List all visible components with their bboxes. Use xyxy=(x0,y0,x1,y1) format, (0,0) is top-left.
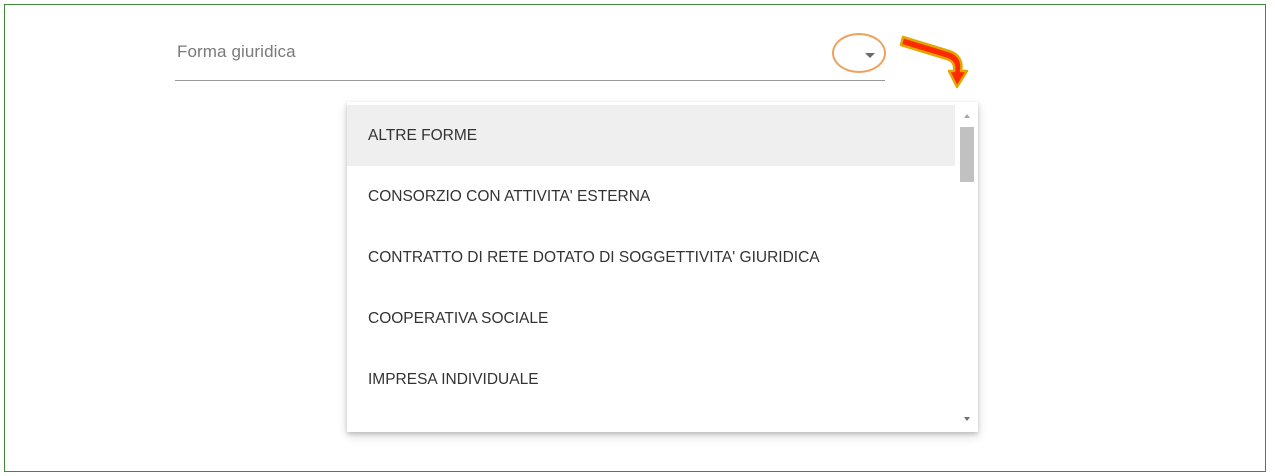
curved-arrow-shape xyxy=(899,35,969,89)
select-label: Forma giuridica xyxy=(177,42,296,61)
menu-item-consorzio[interactable]: CONSORZIO CON ATTIVITA' ESTERNA xyxy=(347,166,955,227)
menu-list: ALTRE FORME CONSORZIO CON ATTIVITA' ESTE… xyxy=(347,105,955,432)
scroll-up-icon[interactable] xyxy=(964,114,970,118)
menu-item-contratto-di-rete[interactable]: CONTRATTO DI RETE DOTATO DI SOGGETTIVITA… xyxy=(347,227,955,288)
menu-item-cooperativa-sociale[interactable]: COOPERATIVA SOCIALE xyxy=(347,288,955,349)
highlight-circle-annotation xyxy=(832,33,886,73)
page-frame: Forma giuridica ALTRE FORME CONSORZIO CO… xyxy=(4,4,1266,472)
menu-item-impresa-individuale[interactable]: IMPRESA INDIVIDUALE xyxy=(347,349,955,410)
forma-giuridica-select[interactable]: Forma giuridica xyxy=(175,31,886,81)
scrollbar-thumb[interactable] xyxy=(960,127,974,182)
select-underline xyxy=(175,80,885,81)
menu-item-altre-forme[interactable]: ALTRE FORME xyxy=(347,105,955,166)
dropdown-menu: ALTRE FORME CONSORZIO CON ATTIVITA' ESTE… xyxy=(347,102,978,432)
menu-item-partial[interactable] xyxy=(347,410,955,432)
scroll-down-icon[interactable] xyxy=(964,417,970,421)
curved-arrow-icon xyxy=(899,35,969,89)
menu-scrollbar[interactable] xyxy=(956,102,978,432)
